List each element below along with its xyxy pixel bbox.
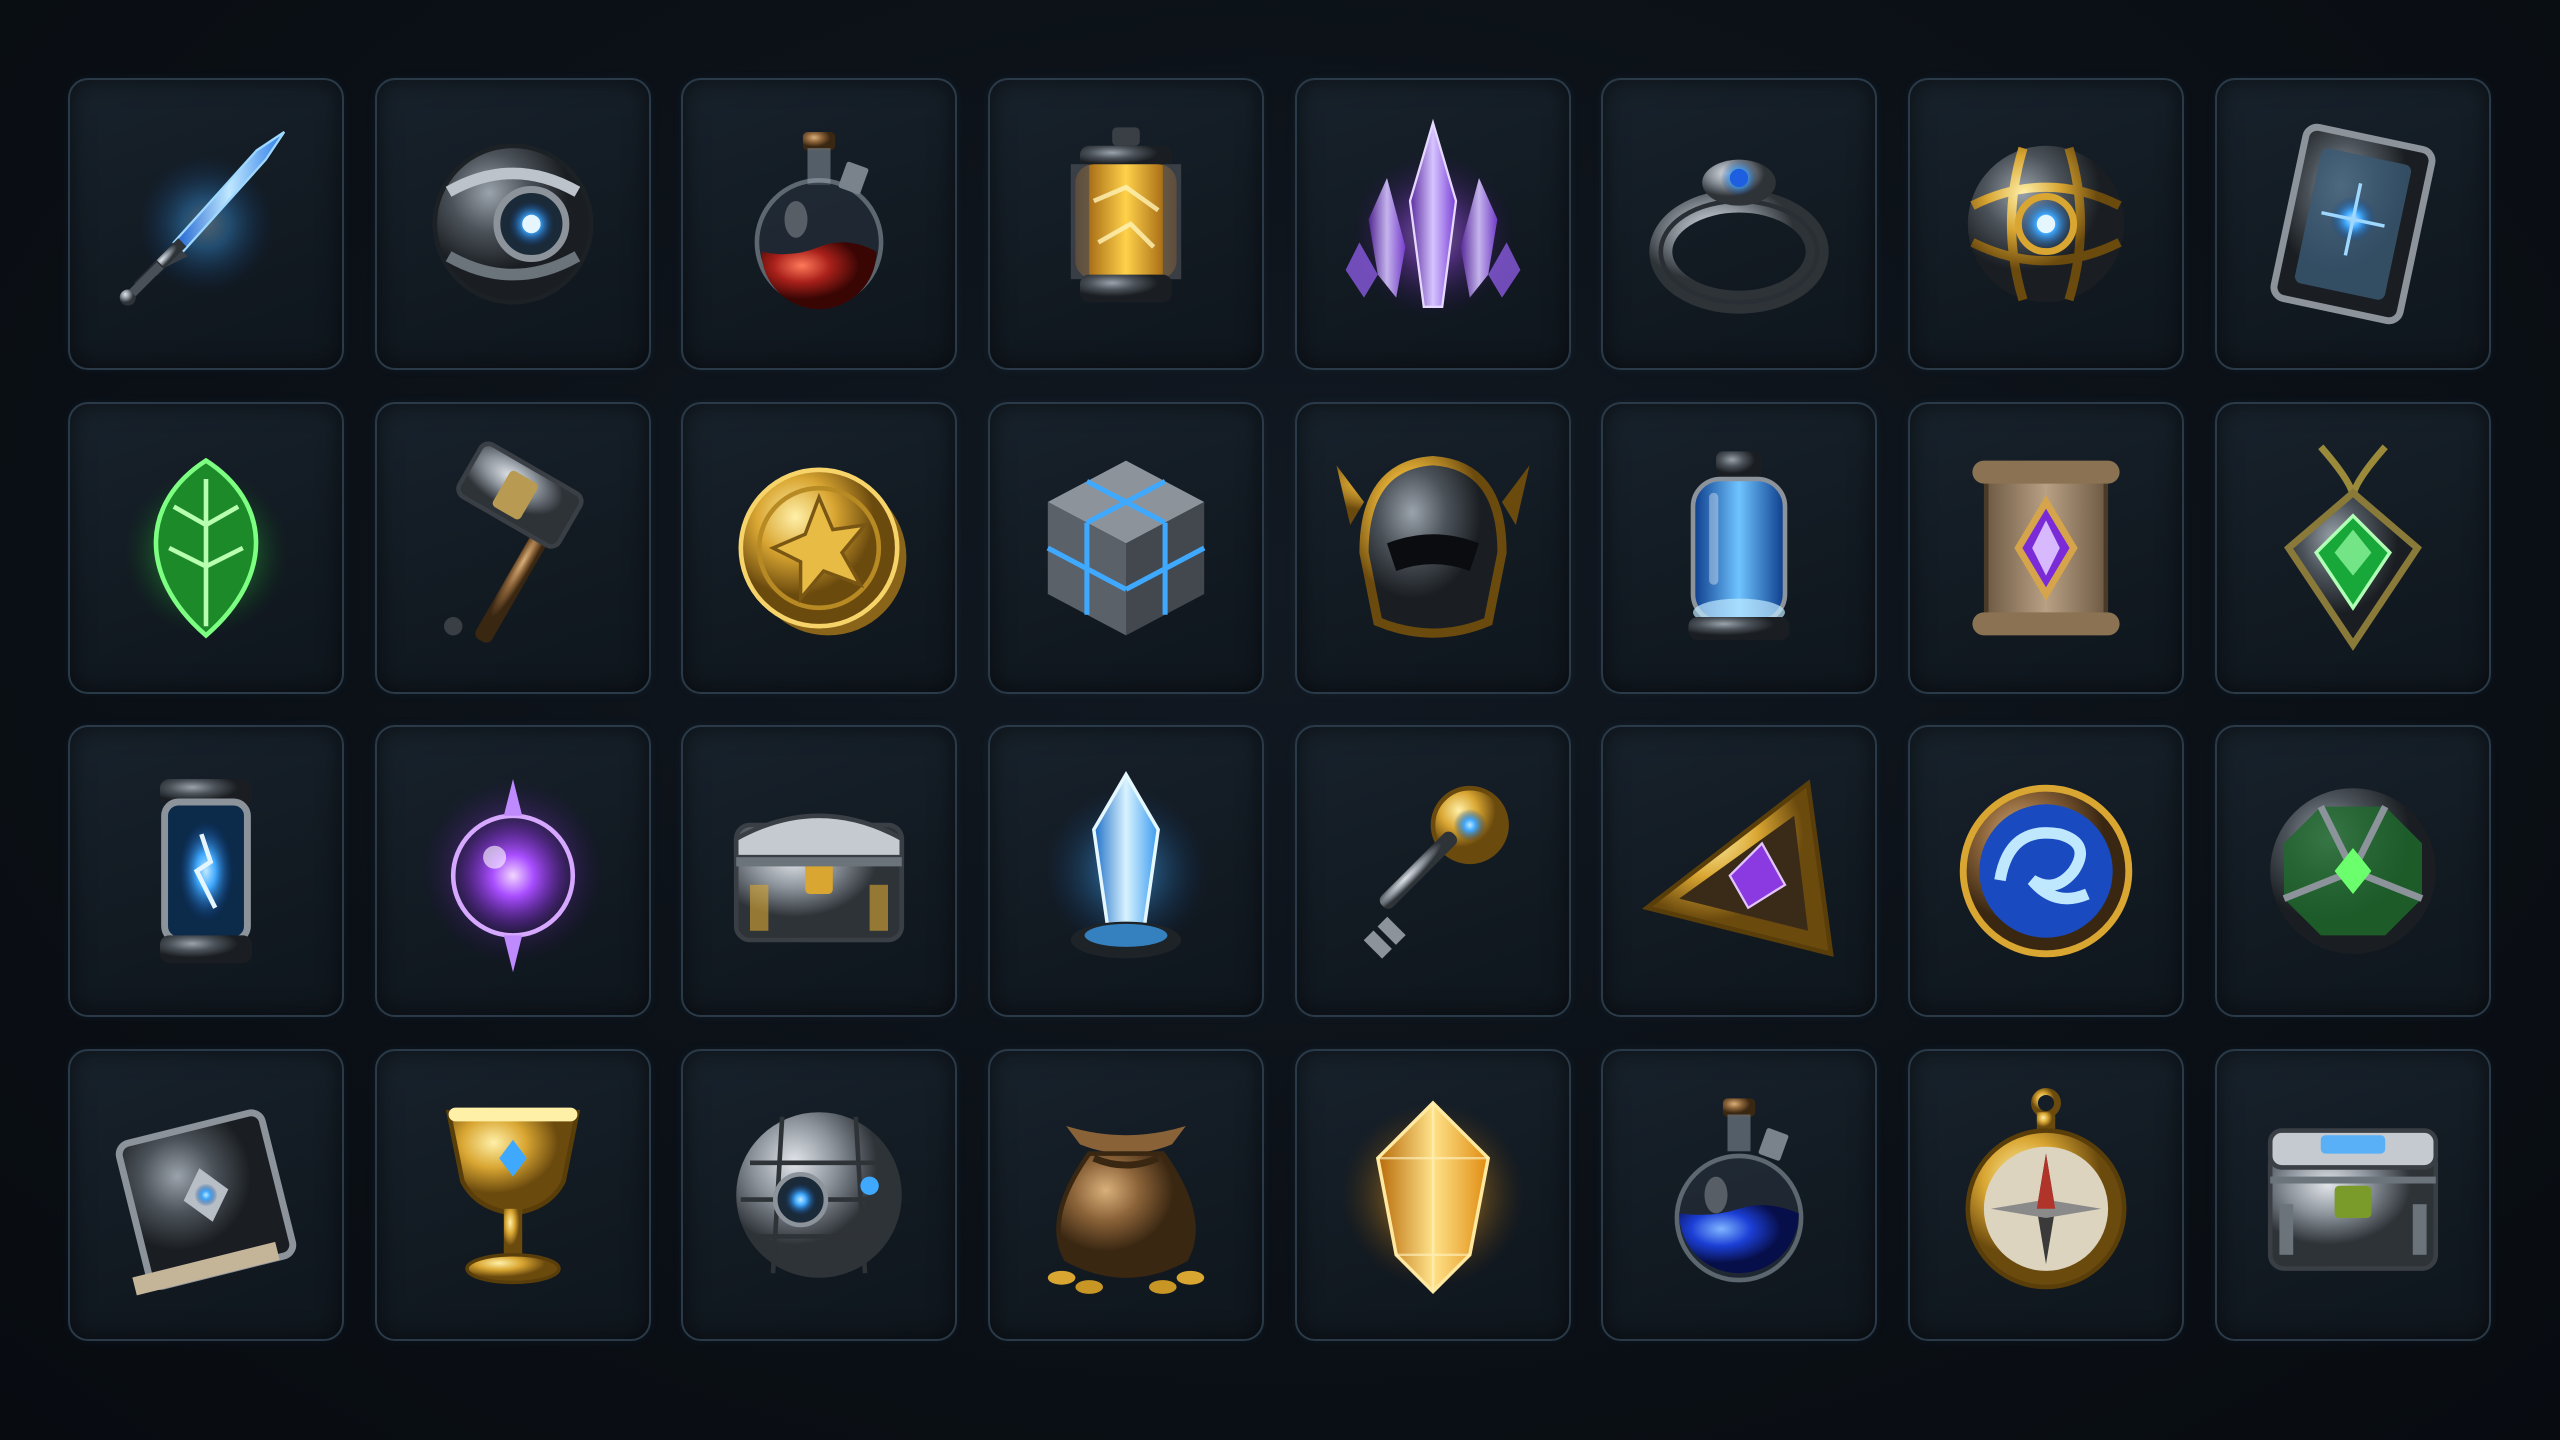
inventory-slot[interactable] (988, 401, 1265, 694)
inventory-slot[interactable] (374, 78, 651, 370)
inventory-grid (68, 78, 2491, 1342)
gold-coin-icon (704, 433, 934, 663)
inventory-slot[interactable] (681, 78, 958, 370)
gold-orb-icon (1931, 109, 2161, 339)
inventory-slot[interactable] (1908, 725, 2185, 1018)
red-potion-icon (704, 109, 934, 339)
green-orb-icon (2238, 756, 2468, 986)
inventory-slot[interactable] (2214, 1049, 2491, 1342)
inventory-slot[interactable] (2214, 725, 2491, 1018)
amber-canister-icon (1011, 109, 1241, 339)
inventory-slot[interactable] (374, 1049, 651, 1342)
blue-potion-icon (1624, 1080, 1854, 1310)
inventory-slot[interactable] (988, 78, 1265, 370)
inventory-slot[interactable] (68, 78, 344, 370)
inventory-slot[interactable] (1601, 401, 1878, 694)
rune-card-icon (2238, 109, 2468, 339)
inventory-slot[interactable] (68, 401, 344, 694)
inventory-slot[interactable] (988, 1049, 1265, 1342)
blue-sword-icon (91, 109, 321, 339)
triangle-amulet-icon (1624, 756, 1854, 986)
ice-crystal-icon (1011, 756, 1241, 986)
inventory-slot[interactable] (1294, 401, 1571, 694)
green-leaf-icon (91, 433, 321, 663)
swirl-shield-icon (1931, 756, 2161, 986)
inventory-slot[interactable] (988, 725, 1265, 1018)
emerald-amulet-icon (2238, 433, 2468, 663)
blue-vial-icon (1624, 433, 1854, 663)
inventory-slot[interactable] (2214, 78, 2491, 370)
gold-helmet-icon (1318, 433, 1548, 663)
amber-gem-icon (1318, 1080, 1548, 1310)
inventory-slot[interactable] (374, 725, 651, 1018)
inventory-slot[interactable] (1601, 725, 1878, 1018)
inventory-slot[interactable] (374, 401, 651, 694)
silver-chest-icon (704, 756, 934, 986)
sapphire-ring-icon (1624, 109, 1854, 339)
inventory-slot[interactable] (681, 725, 958, 1018)
stone-orb-icon (704, 1080, 934, 1310)
scroll-icon (1931, 433, 2161, 663)
purple-orb-icon (398, 756, 628, 986)
inventory-slot[interactable] (1908, 78, 2185, 370)
compass-icon (1931, 1080, 2161, 1310)
inventory-slot[interactable] (1601, 78, 1878, 370)
energy-cell-icon (91, 756, 321, 986)
stone-cube-icon (1011, 433, 1241, 663)
coin-pouch-icon (1011, 1080, 1241, 1310)
inventory-slot[interactable] (1908, 401, 2185, 694)
purple-crystal-icon (1318, 109, 1548, 339)
inventory-slot[interactable] (2214, 401, 2491, 694)
inventory-slot[interactable] (1294, 725, 1571, 1018)
inventory-slot[interactable] (1294, 78, 1571, 370)
tech-orb-icon (398, 109, 628, 339)
inventory-slot[interactable] (68, 725, 344, 1018)
inventory-slot[interactable] (681, 1049, 958, 1342)
spell-book-icon (91, 1080, 321, 1310)
inventory-slot[interactable] (68, 1049, 344, 1342)
inventory-slot[interactable] (681, 401, 958, 694)
inventory-slot[interactable] (1294, 1049, 1571, 1342)
inventory-slot[interactable] (1908, 1049, 2185, 1342)
inventory-slot[interactable] (1601, 1049, 1878, 1342)
tech-crate-icon (2238, 1080, 2468, 1310)
ornate-key-icon (1318, 756, 1548, 986)
war-hammer-icon (398, 433, 628, 663)
gold-chalice-icon (398, 1080, 628, 1310)
